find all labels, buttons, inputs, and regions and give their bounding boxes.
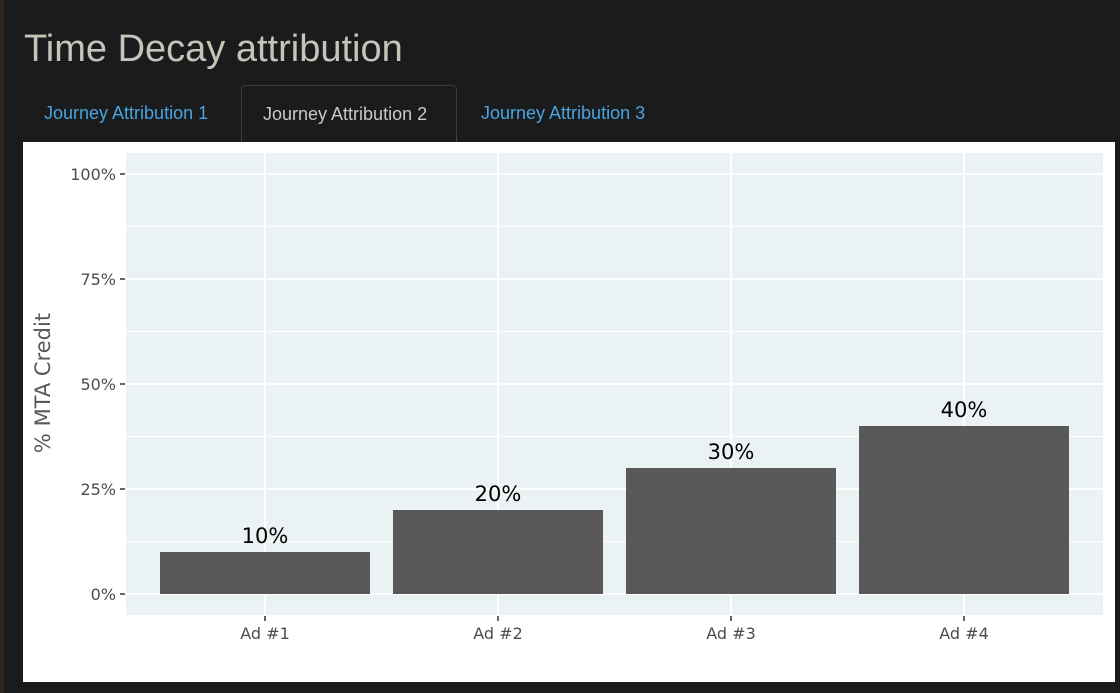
tab-journey-attribution-2[interactable]: Journey Attribution 2 bbox=[241, 85, 457, 142]
bar-4 bbox=[859, 426, 1069, 594]
y-tick-label: 50% bbox=[80, 375, 116, 394]
y-tick-label: 75% bbox=[80, 270, 116, 289]
tab-bar: Journey Attribution 1 Journey Attributio… bbox=[23, 85, 1115, 142]
data-label: 10% bbox=[242, 524, 289, 548]
y-axis-title: % MTA Credit bbox=[31, 313, 55, 453]
page-title: Time Decay attribution bbox=[24, 28, 403, 70]
y-tick-label: 25% bbox=[80, 480, 116, 499]
data-label: 20% bbox=[475, 482, 522, 506]
data-label: 30% bbox=[708, 440, 755, 464]
data-label: 40% bbox=[941, 398, 988, 422]
tab-journey-attribution-1[interactable]: Journey Attribution 1 bbox=[23, 85, 229, 142]
x-tick-label: Ad #2 bbox=[473, 624, 523, 643]
x-tick-label: Ad #4 bbox=[939, 624, 989, 643]
y-tick-label: 100% bbox=[70, 165, 116, 184]
bar-2 bbox=[393, 510, 603, 594]
bar-3 bbox=[626, 468, 836, 594]
y-tick-label: 0% bbox=[91, 585, 116, 604]
x-tick-label: Ad #1 bbox=[240, 624, 290, 643]
x-tick-label: Ad #3 bbox=[706, 624, 756, 643]
window-edge bbox=[0, 0, 4, 693]
bar-chart: 10% 20% 30% 40% 0% 25% 50% 75% 100% Ad #1 Ad #2 Ad… bbox=[31, 153, 1103, 643]
tab-journey-attribution-3[interactable]: Journey Attribution 3 bbox=[460, 85, 666, 142]
chart-panel: 10% 20% 30% 40% 0% 25% 50% 75% 100% Ad #1 Ad #2 Ad… bbox=[23, 142, 1115, 682]
bar-1 bbox=[160, 552, 370, 594]
